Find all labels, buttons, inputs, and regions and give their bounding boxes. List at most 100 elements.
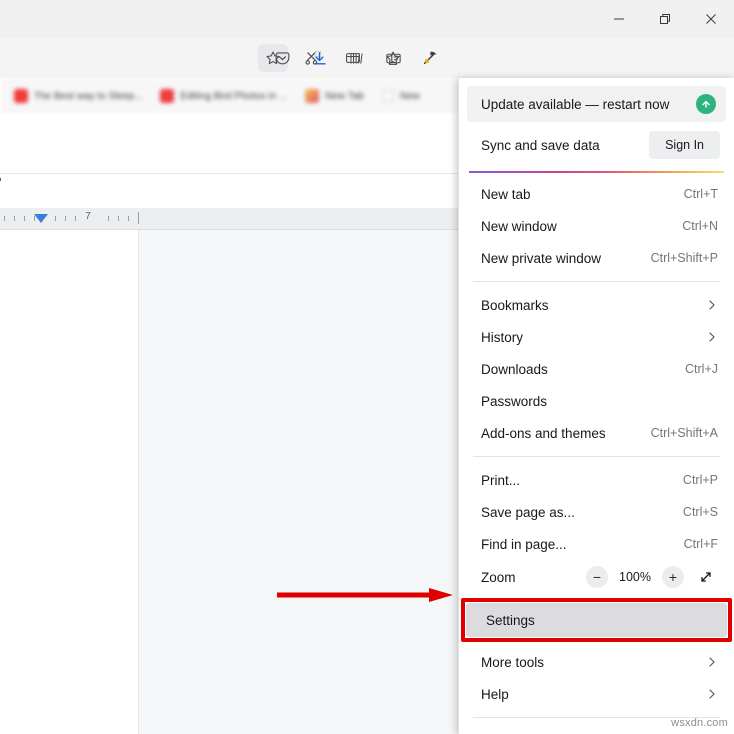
menu-item-label: New tab <box>481 186 531 202</box>
menu-item-bookmarks[interactable]: Bookmarks <box>467 289 726 321</box>
downloads-button[interactable] <box>304 44 334 72</box>
menu-item-accel: Ctrl+J <box>685 362 718 376</box>
restore-icon <box>660 14 670 24</box>
menu-item-label: Downloads <box>481 361 548 377</box>
minimize-button[interactable] <box>596 0 642 38</box>
menu-item-print[interactable]: Print... Ctrl+P <box>467 464 726 496</box>
menu-item-label: Print... <box>481 472 521 488</box>
menu-item-accel: Ctrl+F <box>683 537 718 551</box>
menu-item-label: Help <box>481 686 509 702</box>
tab-title: The Best way to Sleep... <box>34 90 143 102</box>
menu-item-label: Find in page... <box>481 536 567 552</box>
tab-title: Editing Bird Photos in ... <box>180 90 288 102</box>
sign-in-button[interactable]: Sign In <box>649 131 720 159</box>
sync-label: Sync and save data <box>481 137 600 153</box>
application-menu-panel: Update available — restart now Sync and … <box>458 78 734 734</box>
menu-item-label: History <box>481 329 524 345</box>
fullscreen-button[interactable] <box>694 565 718 589</box>
maximize-button[interactable] <box>642 0 688 38</box>
menu-item-addons-and-themes[interactable]: Add-ons and themes Ctrl+Shift+A <box>467 417 726 449</box>
sidebar-button[interactable] <box>378 44 408 72</box>
minimize-icon <box>614 18 624 20</box>
chevron-right-icon <box>706 299 718 311</box>
page-content: 7 <box>0 114 458 734</box>
favicon-icon <box>160 89 175 103</box>
update-available-label: Update available — restart now <box>481 96 670 112</box>
fullscreen-icon <box>701 572 711 582</box>
toolbar-right-group <box>267 38 728 78</box>
menu-item-passwords[interactable]: Passwords <box>467 385 726 417</box>
menu-item-save-page-as[interactable]: Save page as... Ctrl+S <box>467 496 726 528</box>
zoom-out-button[interactable]: − <box>586 566 608 588</box>
document-body[interactable] <box>0 230 458 734</box>
zoom-row: Zoom − 100% + <box>467 560 726 594</box>
annotation-arrow <box>277 588 453 602</box>
tab-item[interactable]: The Best way to Sleep... <box>8 81 148 111</box>
tab-item[interactable]: New Tab <box>299 81 370 111</box>
tab-title: New Tab <box>325 90 364 102</box>
library-button[interactable] <box>341 44 371 72</box>
favicon-icon <box>14 89 28 103</box>
menu-item-help[interactable]: Help <box>467 678 726 710</box>
menu-item-label: Save page as... <box>481 504 575 520</box>
chevron-right-icon <box>706 656 718 668</box>
menu-item-downloads[interactable]: Downloads Ctrl+J <box>467 353 726 385</box>
menu-item-label: New private window <box>481 250 602 266</box>
extension-pickaxe-icon <box>423 51 437 65</box>
tab-item[interactable]: New <box>376 81 426 111</box>
tab-item[interactable]: Editing Bird Photos in ... <box>154 81 293 111</box>
zoom-in-button[interactable]: + <box>662 566 684 588</box>
indent-marker-icon[interactable] <box>34 214 48 223</box>
menu-item-label: Add-ons and themes <box>481 425 606 441</box>
document-toolbar <box>0 114 458 174</box>
menu-item-history[interactable]: History <box>467 321 726 353</box>
extension-button[interactable] <box>415 44 445 72</box>
update-available-row[interactable]: Update available — restart now <box>467 86 726 122</box>
menu-item-accel: Ctrl+T <box>683 187 718 201</box>
browser-toolbar <box>0 38 734 78</box>
zoom-controls: − 100% + <box>586 565 718 589</box>
pocket-icon <box>275 51 289 64</box>
favicon-icon <box>305 89 320 103</box>
menu-divider <box>473 456 720 457</box>
zoom-level-value[interactable]: 100% <box>618 570 652 584</box>
library-icon <box>349 52 363 64</box>
gradient-divider <box>469 171 724 173</box>
chevron-right-icon <box>706 688 718 700</box>
menu-item-new-tab[interactable]: New tab Ctrl+T <box>467 178 726 210</box>
browser-window: The Best way to Sleep... Editing Bird Ph… <box>0 0 734 734</box>
menu-item-label: Bookmarks <box>481 297 549 313</box>
arrow-up-circle-icon <box>696 94 716 114</box>
menu-item-settings[interactable]: Settings <box>466 603 727 637</box>
downloads-icon <box>312 51 326 65</box>
ruler-number: 7 <box>85 211 91 222</box>
window-controls <box>596 0 734 38</box>
title-bar <box>0 0 734 38</box>
menu-item-new-window[interactable]: New window Ctrl+N <box>467 210 726 242</box>
close-button[interactable] <box>688 0 734 38</box>
close-icon <box>706 14 716 24</box>
zoom-label: Zoom <box>481 569 516 585</box>
menu-item-accel: Ctrl+N <box>682 219 718 233</box>
menu-item-more-tools[interactable]: More tools <box>467 646 726 678</box>
menu-item-label: More tools <box>481 654 545 670</box>
document-canvas <box>138 230 458 734</box>
tab-strip[interactable]: The Best way to Sleep... Editing Bird Ph… <box>0 78 458 114</box>
pocket-button[interactable] <box>267 44 297 72</box>
menu-item-label: Passwords <box>481 393 548 409</box>
menu-item-accel: Ctrl+P <box>682 473 718 487</box>
sync-and-save-row[interactable]: Sync and save data Sign In <box>467 125 726 165</box>
menu-item-label: New window <box>481 218 557 234</box>
watermark: wsxdn.com <box>671 717 728 729</box>
tab-title: New <box>399 90 420 102</box>
menu-item-accel: Ctrl+Shift+P <box>650 251 718 265</box>
menu-divider <box>473 281 720 282</box>
menu-item-label: Settings <box>486 612 535 628</box>
document-ruler[interactable]: 7 <box>0 208 458 230</box>
chevron-right-icon <box>706 331 718 343</box>
settings-highlight-box: Settings <box>461 598 732 642</box>
menu-item-new-private-window[interactable]: New private window Ctrl+Shift+P <box>467 242 726 274</box>
new-tab-icon <box>381 90 394 102</box>
list-indent-icon <box>0 178 1 181</box>
menu-item-find-in-page[interactable]: Find in page... Ctrl+F <box>467 528 726 560</box>
